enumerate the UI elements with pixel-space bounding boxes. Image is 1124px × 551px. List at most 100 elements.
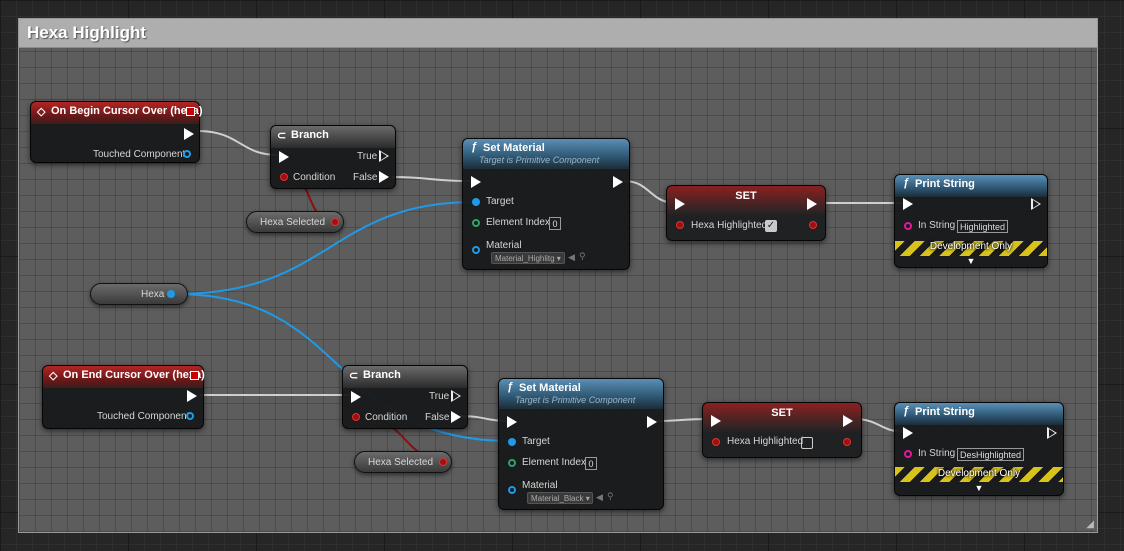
hexa-highlighted-checkbox[interactable]: ✓ <box>765 220 777 232</box>
target-pin[interactable] <box>472 198 480 206</box>
search-icon[interactable]: ⚲ <box>607 491 614 502</box>
in-string-field[interactable]: Highlighted <box>957 220 1009 233</box>
event-end-cursor-over[interactable]: ◇ On End Cursor Over (hexa) Touched Comp… <box>42 365 205 429</box>
branch-node-top[interactable]: ⊂ Branch True Condition False <box>270 125 396 189</box>
hexa-highlighted-checkbox[interactable] <box>801 437 813 449</box>
exec-output-pin[interactable] <box>613 176 623 188</box>
function-icon: ƒ <box>471 141 478 153</box>
true-label: True <box>357 151 378 162</box>
target-label: Target <box>486 196 514 207</box>
event-diamond-icon: ◇ <box>37 106 46 118</box>
var-output-pin[interactable] <box>167 290 175 298</box>
in-string-pin[interactable] <box>904 222 912 230</box>
element-index-pin[interactable] <box>472 219 480 227</box>
branch-icon: ⊂ <box>349 370 359 382</box>
material-select[interactable]: Material_Black ▾ <box>527 492 593 504</box>
bool-input-pin[interactable] <box>712 438 720 446</box>
hexa-selected-var-bottom[interactable]: Hexa Selected <box>354 451 452 473</box>
event-header[interactable]: ◇ On End Cursor Over (hexa) <box>43 366 205 388</box>
var-label: Hexa Highlighted <box>691 220 768 231</box>
touched-component-pin[interactable] <box>186 412 194 420</box>
expand-arrow-icon[interactable]: ▼ <box>895 256 1047 266</box>
true-exec-pin[interactable] <box>451 390 461 402</box>
event-title: On Begin Cursor Over (hexa) <box>51 105 203 117</box>
function-title: Print String <box>915 406 975 418</box>
var-output-pin[interactable] <box>331 218 339 226</box>
function-icon: ƒ <box>903 405 910 417</box>
true-exec-pin[interactable] <box>379 150 389 162</box>
condition-pin[interactable] <box>352 413 360 421</box>
branch-header[interactable]: ⊂ Branch <box>343 366 467 388</box>
exec-output-pin[interactable] <box>187 390 197 402</box>
expand-arrow-icon[interactable]: ▼ <box>895 483 1063 493</box>
function-title: Print String <box>915 178 975 190</box>
set-material-top[interactable]: ƒ Set Material Target is Primitive Compo… <box>462 138 630 270</box>
set-hexa-highlighted-top[interactable]: SET Hexa Highlighted ✓ <box>666 185 826 241</box>
event-delegate-pin[interactable] <box>190 371 199 380</box>
material-pin[interactable] <box>508 486 516 494</box>
function-subtitle: Target is Primitive Component <box>479 155 600 165</box>
element-index-field[interactable]: 0 <box>585 457 597 470</box>
material-select[interactable]: Material_Highlitg ▾ <box>491 252 565 264</box>
event-delegate-pin[interactable] <box>186 107 195 116</box>
set-hexa-highlighted-bottom[interactable]: SET Hexa Highlighted <box>702 402 862 458</box>
condition-pin[interactable] <box>280 173 288 181</box>
exec-output-pin[interactable] <box>807 198 817 210</box>
exec-input-pin[interactable] <box>507 416 517 428</box>
exec-input-pin[interactable] <box>903 198 913 210</box>
exec-output-pin[interactable] <box>647 416 657 428</box>
exec-input-pin[interactable] <box>711 415 721 427</box>
function-header[interactable]: ƒ Print String <box>895 403 1063 425</box>
element-index-field[interactable]: 0 <box>549 217 561 230</box>
event-header[interactable]: ◇ On Begin Cursor Over (hexa) <box>31 102 203 124</box>
false-exec-pin[interactable] <box>451 411 461 423</box>
function-icon: ƒ <box>507 381 514 393</box>
bool-input-pin[interactable] <box>676 221 684 229</box>
browse-arrow-icon[interactable]: ◀ <box>568 252 575 263</box>
print-string-bottom[interactable]: ƒ Print String In String DesHighlighted … <box>894 402 1064 496</box>
false-exec-pin[interactable] <box>379 171 389 183</box>
hexa-var[interactable]: Hexa <box>90 283 188 305</box>
true-label: True <box>429 391 450 402</box>
exec-input-pin[interactable] <box>471 176 481 188</box>
exec-wire <box>197 130 279 156</box>
exec-input-pin[interactable] <box>675 198 685 210</box>
search-icon[interactable]: ⚲ <box>579 251 586 262</box>
function-header[interactable]: ƒ Set Material Target is Primitive Compo… <box>463 139 629 169</box>
in-string-pin[interactable] <box>904 450 912 458</box>
target-pin[interactable] <box>508 438 516 446</box>
event-begin-cursor-over[interactable]: ◇ On Begin Cursor Over (hexa) Touched Co… <box>30 101 203 163</box>
exec-output-pin[interactable] <box>843 415 853 427</box>
exec-output-pin[interactable] <box>1047 427 1057 439</box>
bool-output-pin[interactable] <box>809 221 817 229</box>
var-label: Hexa Selected <box>368 457 434 468</box>
material-pin[interactable] <box>472 246 480 254</box>
function-header[interactable]: ƒ Print String <box>895 175 1047 197</box>
touched-component-pin[interactable] <box>183 150 191 158</box>
branch-header[interactable]: ⊂ Branch <box>271 126 395 148</box>
branch-title: Branch <box>363 369 401 381</box>
condition-label: Condition <box>365 412 408 423</box>
exec-input-pin[interactable] <box>903 427 913 439</box>
branch-node-bottom[interactable]: ⊂ Branch True Condition False <box>342 365 468 429</box>
exec-input-pin[interactable] <box>279 151 289 163</box>
development-only-label: Development Only <box>929 241 1013 252</box>
exec-output-pin[interactable] <box>1031 198 1041 210</box>
in-string-field[interactable]: DesHighlighted <box>957 448 1025 461</box>
var-label: Hexa Selected <box>260 217 326 228</box>
var-output-pin[interactable] <box>439 458 447 466</box>
element-index-pin[interactable] <box>508 459 516 467</box>
false-label: False <box>425 412 450 423</box>
hexa-selected-var-top[interactable]: Hexa Selected <box>246 211 344 233</box>
print-string-top[interactable]: ƒ Print String In String Highlighted Dev… <box>894 174 1048 268</box>
branch-icon: ⊂ <box>277 130 287 142</box>
bool-output-pin[interactable] <box>843 438 851 446</box>
exec-output-pin[interactable] <box>184 128 194 140</box>
function-title: Set Material <box>483 142 545 154</box>
set-material-bottom[interactable]: ƒ Set Material Target is Primitive Compo… <box>498 378 664 510</box>
browse-arrow-icon[interactable]: ◀ <box>596 492 603 503</box>
event-title: On End Cursor Over (hexa) <box>63 369 205 381</box>
exec-input-pin[interactable] <box>351 391 361 403</box>
function-icon: ƒ <box>903 177 910 189</box>
function-header[interactable]: ƒ Set Material Target is Primitive Compo… <box>499 379 663 409</box>
